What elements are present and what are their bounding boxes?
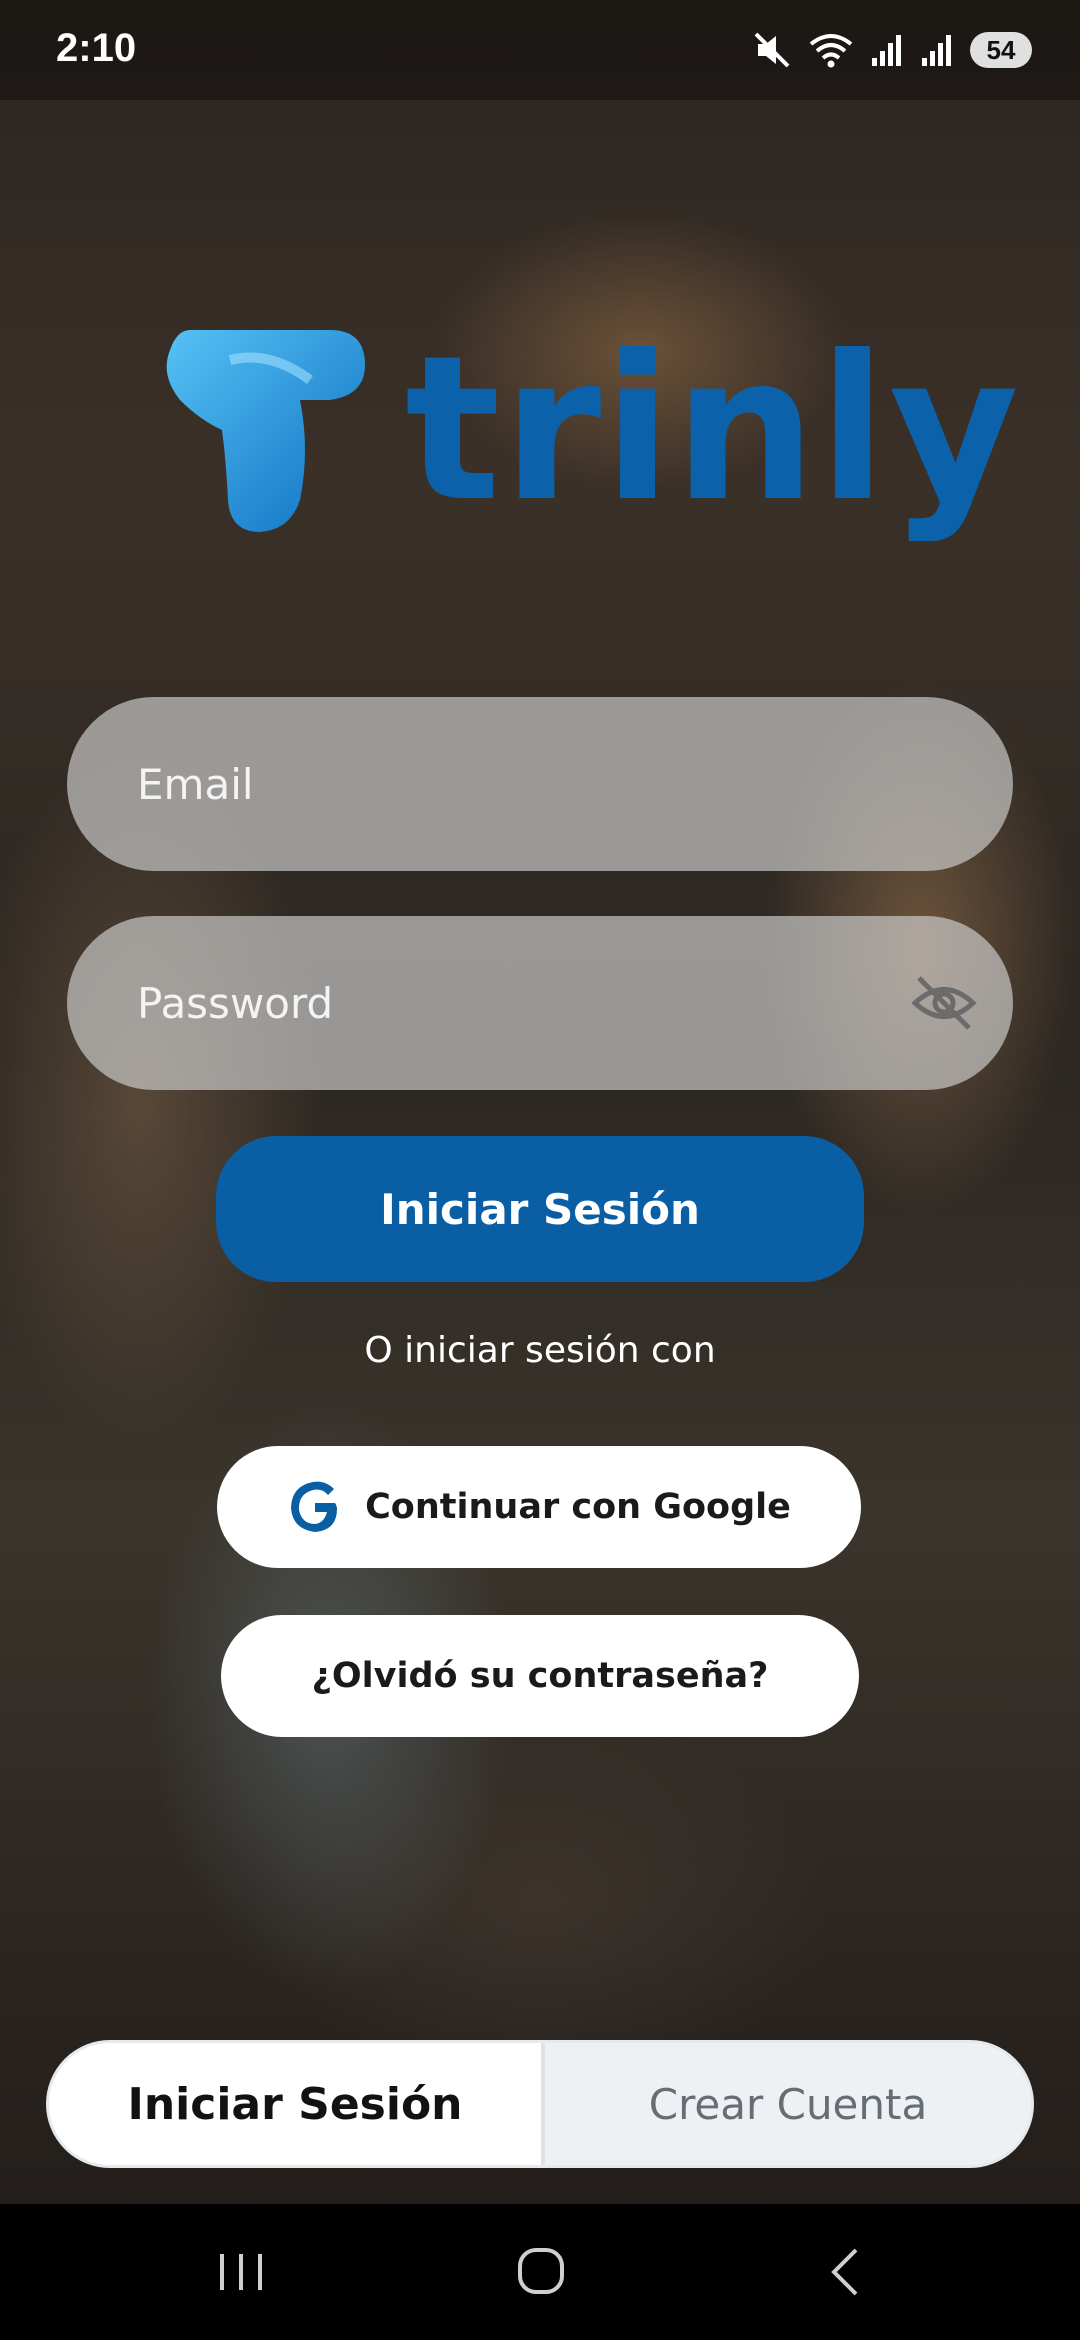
wifi-icon: [809, 34, 853, 68]
mute-icon: [754, 32, 790, 68]
back-icon[interactable]: [810, 2242, 880, 2302]
auth-tab-switcher: Iniciar Sesión Crear Cuenta: [46, 2040, 1034, 2168]
status-icons: 54: [752, 28, 1032, 72]
email-field[interactable]: [135, 758, 899, 810]
eye-off-icon[interactable]: [909, 968, 979, 1038]
alt-login-text: O iniciar sesión con: [364, 1330, 716, 1371]
recents-icon[interactable]: [206, 2242, 276, 2302]
sign-in-button[interactable]: Iniciar Sesión: [216, 1136, 864, 1282]
brand-logo: trinly: [160, 320, 1019, 550]
email-field-container[interactable]: [67, 697, 1013, 871]
tab-login[interactable]: Iniciar Sesión: [49, 2043, 545, 2165]
login-screen: 2:10 54 trinly Email Iniciar Sesión O in…: [0, 0, 1080, 2340]
brand-name: trinly: [405, 313, 1022, 546]
status-bar: 2:10 54: [0, 0, 1080, 100]
password-field[interactable]: [135, 977, 899, 1029]
battery-icon: 54: [970, 32, 1032, 68]
tab-create-account[interactable]: Crear Cuenta: [545, 2043, 1031, 2165]
logo-mark-icon: [166, 330, 365, 532]
google-button-label: Continuar con Google: [365, 1487, 791, 1527]
system-nav-bar: [0, 2204, 1080, 2340]
google-sign-in-button[interactable]: Continuar con Google: [217, 1446, 861, 1568]
password-field-container[interactable]: [67, 916, 1013, 1090]
status-time: 2:10: [56, 26, 137, 70]
forgot-password-button[interactable]: ¿Olvidó su contraseña?: [221, 1615, 859, 1737]
google-icon: [291, 1481, 338, 1532]
signal-icon: [922, 35, 951, 66]
signal-icon: [872, 35, 901, 66]
home-icon[interactable]: [506, 2242, 576, 2302]
